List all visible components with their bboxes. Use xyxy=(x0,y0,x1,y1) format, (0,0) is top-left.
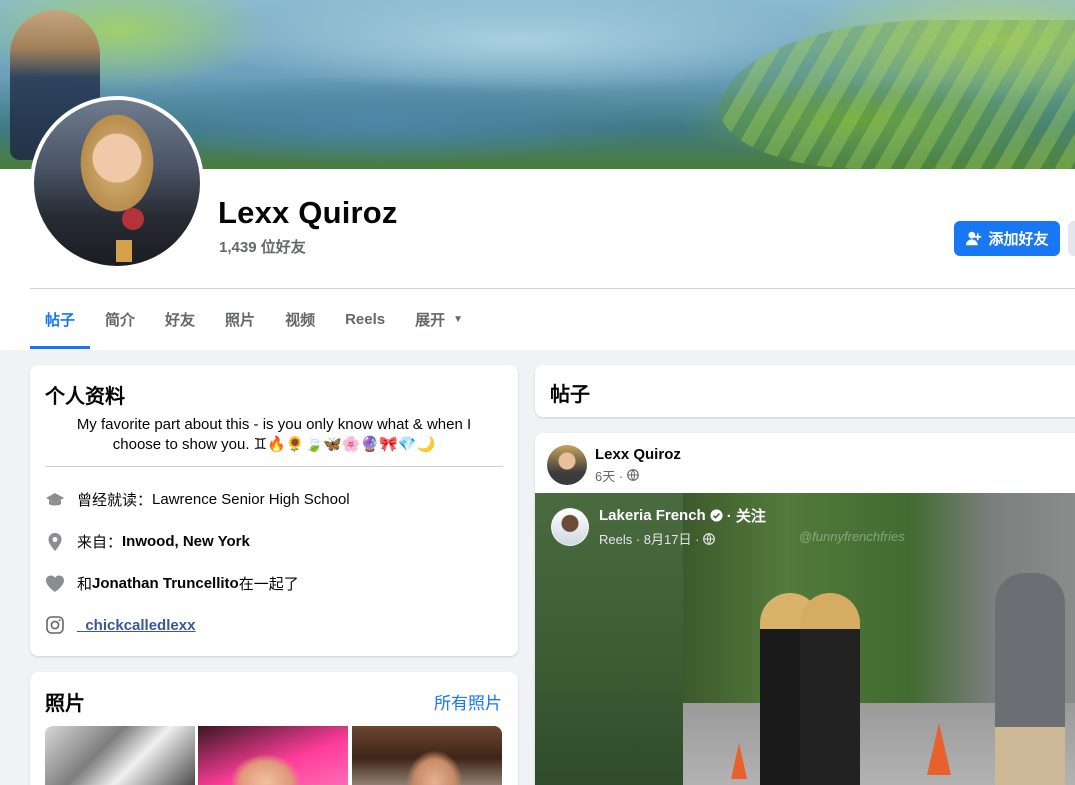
photos-card: 照片 所有照片 xyxy=(30,672,518,785)
globe-icon xyxy=(627,469,640,481)
video-person xyxy=(800,593,860,785)
shared-meta: Reels · 8月17日 · xyxy=(599,529,766,548)
tab-videos[interactable]: 视频 xyxy=(270,290,330,348)
from-value[interactable]: Inwood, New York xyxy=(122,533,250,550)
profile-header: Lexx Quiroz 1,439 位好友 添加好友 帖子 简介 好友 照片 视… xyxy=(0,0,1075,350)
tab-friends[interactable]: 好友 xyxy=(150,290,210,348)
education-prefix: 曾经就读： xyxy=(77,492,153,509)
tab-label: 帖子 xyxy=(45,311,76,329)
video-person xyxy=(995,573,1065,785)
relationship-suffix: 在一起了 xyxy=(238,576,299,593)
education-value[interactable]: Lawrence Senior High School xyxy=(152,491,350,508)
friends-count[interactable]: 1,439 位好友 xyxy=(219,236,306,257)
post-card: Lexx Quiroz 6天 · @funnyfrenchfries Laker… xyxy=(535,433,1075,785)
post-author-name[interactable]: Lexx Quiroz xyxy=(595,446,681,463)
shared-meta-text[interactable]: Reels · 8月17日 · xyxy=(599,529,699,548)
traffic-cone xyxy=(927,723,951,775)
shared-author-avatar[interactable] xyxy=(551,507,589,546)
shared-author-line: Lakeria French · 关注 xyxy=(599,505,766,526)
tab-posts[interactable]: 帖子 xyxy=(30,290,91,349)
cover-algae xyxy=(720,20,1075,169)
follow-link[interactable]: · 关注 xyxy=(727,505,766,526)
relationship-prefix: 和 xyxy=(77,576,93,593)
post-time[interactable]: 6天 · xyxy=(595,466,623,485)
from-prefix: 来自： xyxy=(77,534,123,551)
intro-divider xyxy=(45,466,503,467)
header-divider xyxy=(30,288,1075,289)
post-author-avatar[interactable] xyxy=(547,445,587,485)
add-friend-label: 添加好友 xyxy=(988,231,1049,248)
verified-badge-icon xyxy=(710,509,723,522)
shared-author-name[interactable]: Lakeria French xyxy=(599,507,706,524)
tab-label: 好友 xyxy=(165,311,196,329)
relationship-row: 和 Jonathan Truncellito 在一起了 xyxy=(45,573,299,594)
graduation-cap-icon xyxy=(45,490,65,510)
profile-tabs: 帖子 简介 好友 照片 视频 Reels 展开 ▼ xyxy=(30,290,478,350)
profile-avatar[interactable] xyxy=(30,96,204,270)
add-person-icon xyxy=(966,231,982,246)
tab-label: 照片 xyxy=(225,311,256,329)
post-author: Lexx Quiroz 6天 · xyxy=(547,445,681,485)
reel-video[interactable]: @funnyfrenchfries Lakeria French · 关注 Re… xyxy=(535,493,1075,785)
message-button[interactable] xyxy=(1068,221,1075,256)
caret-down-icon: ▼ xyxy=(453,313,464,325)
photo-thumbnail[interactable] xyxy=(352,726,502,785)
intro-title: 个人资料 xyxy=(45,386,125,408)
all-photos-link[interactable]: 所有照片 xyxy=(434,689,502,714)
tab-label: 视频 xyxy=(285,311,316,329)
photos-title: 照片 xyxy=(45,693,85,715)
instagram-row: _chickcalledlexx xyxy=(45,615,195,635)
tab-label: 展开 xyxy=(415,311,446,329)
video-watermark: @funnyfrenchfries xyxy=(799,529,905,544)
traffic-cone xyxy=(731,743,747,779)
tab-reels[interactable]: Reels xyxy=(330,290,400,348)
photo-thumbnail[interactable] xyxy=(45,726,195,785)
posts-header-card: 帖子 xyxy=(535,365,1075,417)
education-row: 曾经就读： Lawrence Senior High School xyxy=(45,489,350,510)
tab-about[interactable]: 简介 xyxy=(90,290,150,348)
instagram-link[interactable]: _chickcalledlexx xyxy=(77,617,195,634)
profile-name: Lexx Quiroz xyxy=(218,195,398,230)
post-meta: 6天 · xyxy=(595,466,681,485)
intro-bio: My favorite part about this - is you onl… xyxy=(76,416,472,453)
posts-title: 帖子 xyxy=(550,384,590,406)
hometown-row: 来自： Inwood, New York xyxy=(45,531,250,552)
intro-card: 个人资料 My favorite part about this - is yo… xyxy=(30,365,518,656)
avatar-jacket-patch xyxy=(116,240,132,262)
add-friend-button[interactable]: 添加好友 xyxy=(954,221,1060,256)
heart-icon xyxy=(45,574,65,594)
instagram-icon xyxy=(45,615,65,635)
photo-thumbnail[interactable] xyxy=(198,726,348,785)
shared-author: Lakeria French · 关注 Reels · 8月17日 · xyxy=(551,505,766,548)
tab-more[interactable]: 展开 ▼ xyxy=(400,290,478,348)
globe-icon xyxy=(703,532,716,545)
tab-photos[interactable]: 照片 xyxy=(210,290,270,348)
location-pin-icon xyxy=(45,532,65,552)
tab-label: 简介 xyxy=(105,311,136,329)
avatar-jacket-patch xyxy=(122,208,144,230)
tab-label: Reels xyxy=(345,310,386,328)
relationship-name[interactable]: Jonathan Truncellito xyxy=(92,575,239,592)
